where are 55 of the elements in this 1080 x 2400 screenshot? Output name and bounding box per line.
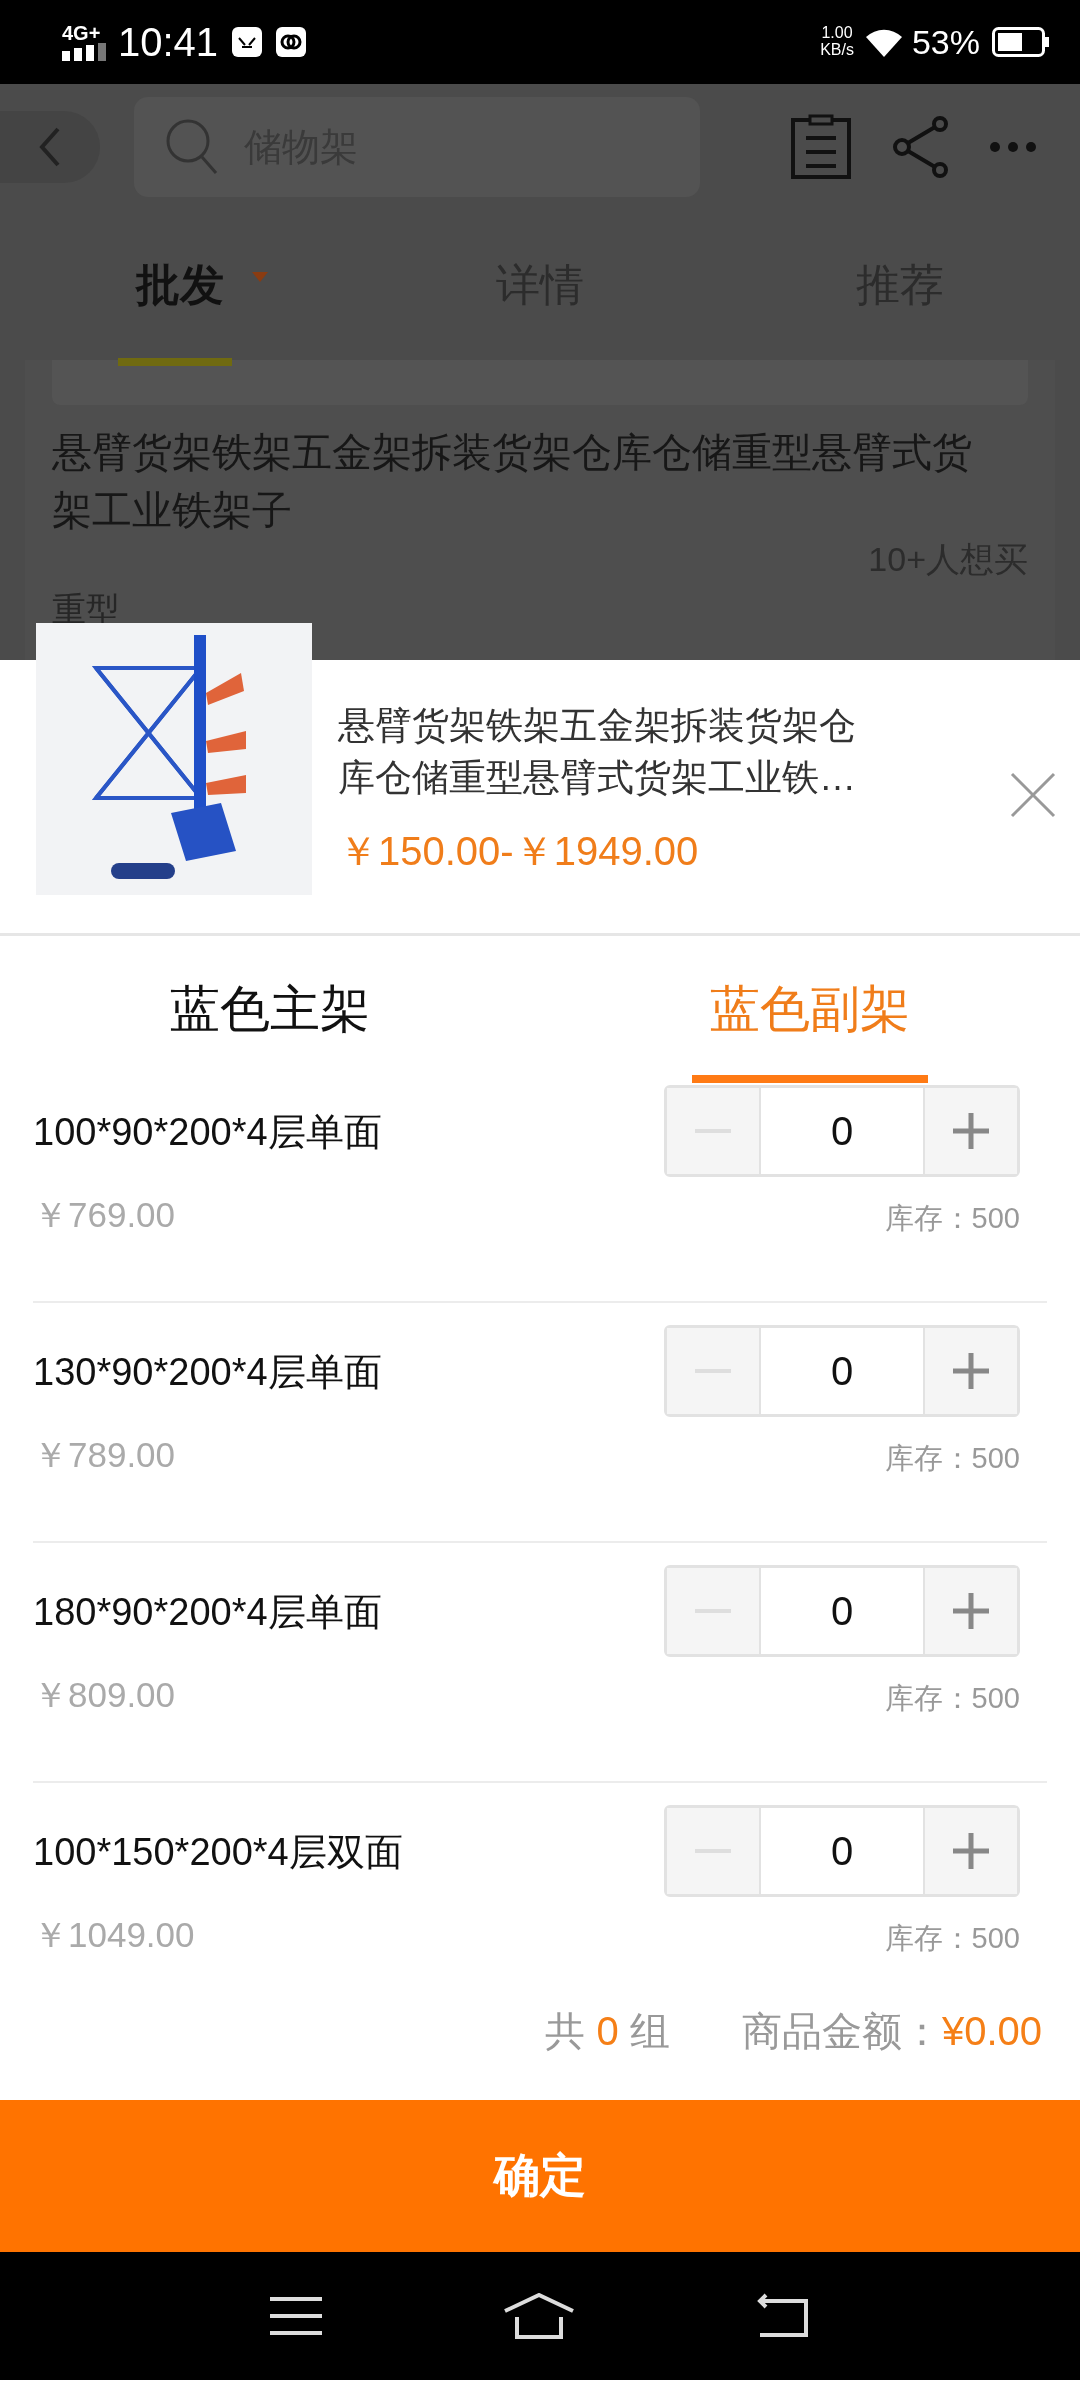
app-icon: [232, 27, 263, 57]
plus-icon: [953, 1593, 989, 1629]
speed-value: 1.00: [821, 25, 853, 42]
quantity-stepper[interactable]: 0: [664, 1325, 1020, 1417]
network-type: 4G+: [62, 23, 102, 43]
speed-unit: KB/s: [820, 42, 854, 59]
quantity-stepper[interactable]: 0: [664, 1805, 1020, 1897]
chevron-left-icon: [38, 125, 62, 169]
item-count: 0: [596, 2009, 619, 2054]
battery-icon: [992, 27, 1050, 57]
search-icon: [164, 117, 220, 177]
increment-button[interactable]: [925, 1808, 1017, 1894]
sheet-product-title: 悬臂货架铁架五金架拆装货架仓库仓储重型悬臂式货架工业铁…: [338, 704, 857, 800]
plus-icon: [953, 1833, 989, 1869]
option-name: 130*90*200*4层单面: [33, 1350, 383, 1395]
total-amount: ¥0.00: [941, 2009, 1042, 2054]
increment-button[interactable]: [925, 1328, 1017, 1414]
wifi-icon: [863, 27, 904, 57]
quantity-field[interactable]: 0: [759, 1568, 925, 1654]
share-icon[interactable]: [892, 115, 950, 179]
stock-count: 库存：500: [884, 1921, 1020, 1956]
stock-count: 库存：500: [884, 1441, 1020, 1476]
back-button[interactable]: [0, 111, 100, 183]
variant-tab[interactable]: 蓝色主架: [0, 936, 540, 1083]
option-price: ￥789.00: [33, 1434, 177, 1476]
increment-button[interactable]: [925, 1568, 1017, 1654]
amount-label: 商品金额：: [741, 2008, 942, 2055]
option-price: ￥769.00: [33, 1194, 177, 1236]
quantity-stepper[interactable]: 0: [664, 1085, 1020, 1177]
battery-level: 53%: [911, 22, 980, 62]
clipboard-icon[interactable]: [790, 114, 852, 180]
clock: 10:41: [118, 19, 219, 65]
more-icon[interactable]: [990, 142, 1036, 152]
count-unit: 组: [629, 2008, 670, 2055]
stock-count: 库存：500: [884, 1681, 1020, 1716]
increment-button[interactable]: [925, 1088, 1017, 1174]
back-icon[interactable]: [755, 2293, 810, 2339]
option-price: ￥1049.00: [33, 1914, 196, 1956]
option-name: 100*90*200*4层单面: [33, 1110, 383, 1155]
quantity-field[interactable]: 0: [759, 1088, 925, 1174]
home-icon[interactable]: [503, 2293, 575, 2339]
quantity-field[interactable]: 0: [759, 1328, 925, 1414]
option-price: ￥809.00: [33, 1674, 177, 1716]
close-icon[interactable]: [1010, 772, 1056, 818]
plus-icon: [953, 1113, 989, 1149]
option-name: 100*150*200*4层双面: [33, 1830, 404, 1875]
count-label: 共: [545, 2008, 586, 2055]
price-range: ￥150.00-￥1949.00: [338, 828, 700, 875]
stock-count: 库存：500: [884, 1201, 1020, 1236]
quantity-stepper[interactable]: 0: [664, 1565, 1020, 1657]
menu-icon[interactable]: [270, 2296, 323, 2336]
plus-icon: [953, 1353, 989, 1389]
quantity-field[interactable]: 0: [759, 1808, 925, 1894]
option-name: 180*90*200*4层单面: [33, 1590, 383, 1635]
rings-icon: [276, 27, 307, 57]
